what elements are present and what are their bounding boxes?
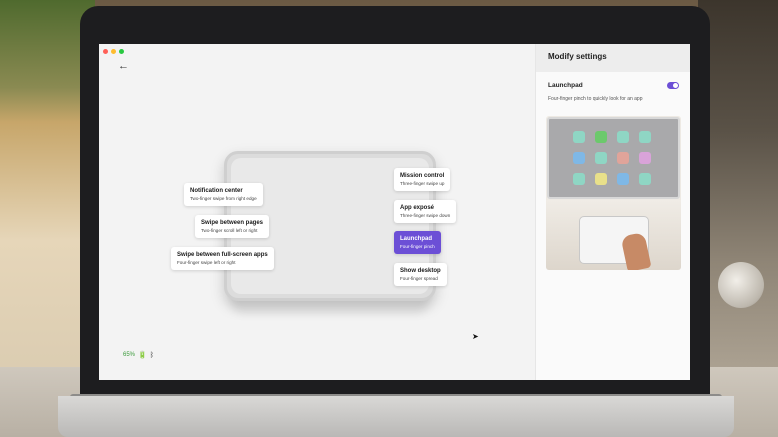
back-arrow-icon[interactable]: ← (118, 60, 129, 72)
launchpad-toggle[interactable] (667, 82, 679, 89)
gesture-title: Show desktop (400, 268, 441, 274)
gesture-title: Launchpad (400, 236, 433, 242)
preview-app-icon (617, 131, 629, 143)
window-controls (103, 49, 124, 54)
gesture-subtitle: Three-finger swipe down (400, 213, 451, 218)
preview-app-icon (573, 173, 585, 185)
gesture-card-swipe-fullscreen-apps[interactable]: Swipe between full-screen apps Four-fing… (171, 247, 274, 270)
battery-icon: 🔋 (138, 352, 147, 359)
gesture-title: Mission control (400, 173, 445, 179)
gesture-card-show-desktop[interactable]: Show desktop Four-finger spread (394, 263, 447, 286)
gesture-subtitle: Four-finger pinch (400, 244, 435, 249)
preview-app-icon (617, 152, 629, 164)
preview-screen (547, 117, 680, 199)
preview-app-icon (639, 131, 651, 143)
gesture-title: Swipe between full-screen apps (177, 252, 268, 258)
gesture-title: App exposé (400, 205, 435, 211)
preview-app-icon (595, 131, 607, 143)
gesture-card-launchpad[interactable]: Launchpad Four-finger pinch (394, 231, 441, 254)
app-window: ← Notification center Two-finger swipe f… (99, 44, 690, 380)
setting-name: Launchpad (548, 82, 583, 89)
gesture-title: Notification center (190, 188, 243, 194)
maximize-window-button[interactable] (119, 49, 124, 54)
close-window-button[interactable] (103, 49, 108, 54)
preview-app-icon (639, 152, 651, 164)
battery-status: 65% 🔋 ᛒ (123, 351, 154, 360)
preview-app-icon (617, 173, 629, 185)
settings-panel: Modify settings Launchpad Four-finger pi… (535, 44, 690, 380)
gesture-subtitle: Two-finger scroll left or right (201, 228, 258, 233)
gesture-card-mission-control[interactable]: Mission control Three-finger swipe up (394, 168, 451, 191)
preview-app-icon (573, 152, 585, 164)
gesture-subtitle: Four-finger swipe left or right (177, 260, 236, 265)
minimize-window-button[interactable] (111, 49, 116, 54)
setting-row-launchpad: Launchpad (548, 82, 679, 89)
bluetooth-icon: ᛒ (149, 351, 154, 359)
preview-app-icon (573, 131, 585, 143)
gesture-subtitle: Two-finger swipe from right edge (190, 196, 257, 201)
gesture-card-notification-center[interactable]: Notification center Two-finger swipe fro… (184, 183, 263, 206)
preview-app-icon (639, 173, 651, 185)
gesture-card-app-expose[interactable]: App exposé Three-finger swipe down (394, 200, 457, 223)
mouse-cursor-icon: ➤ (472, 332, 479, 341)
preview-app-icon (595, 152, 607, 164)
gesture-title: Swipe between pages (201, 220, 264, 226)
battery-percentage: 65% (123, 352, 136, 358)
preview-app-icon (595, 173, 607, 185)
setting-description: Four-finger pinch to quickly look for an… (548, 96, 643, 102)
gesture-preview (546, 116, 681, 270)
panel-header: Modify settings (536, 44, 690, 72)
gesture-subtitle: Four-finger spread (400, 276, 438, 281)
background-oven-knob (718, 262, 764, 308)
gesture-card-swipe-between-pages[interactable]: Swipe between pages Two-finger scroll le… (195, 215, 270, 238)
gesture-subtitle: Three-finger swipe up (400, 181, 445, 186)
laptop-base (58, 396, 734, 437)
preview-app-grid (573, 131, 663, 185)
panel-title: Modify settings (548, 52, 607, 61)
